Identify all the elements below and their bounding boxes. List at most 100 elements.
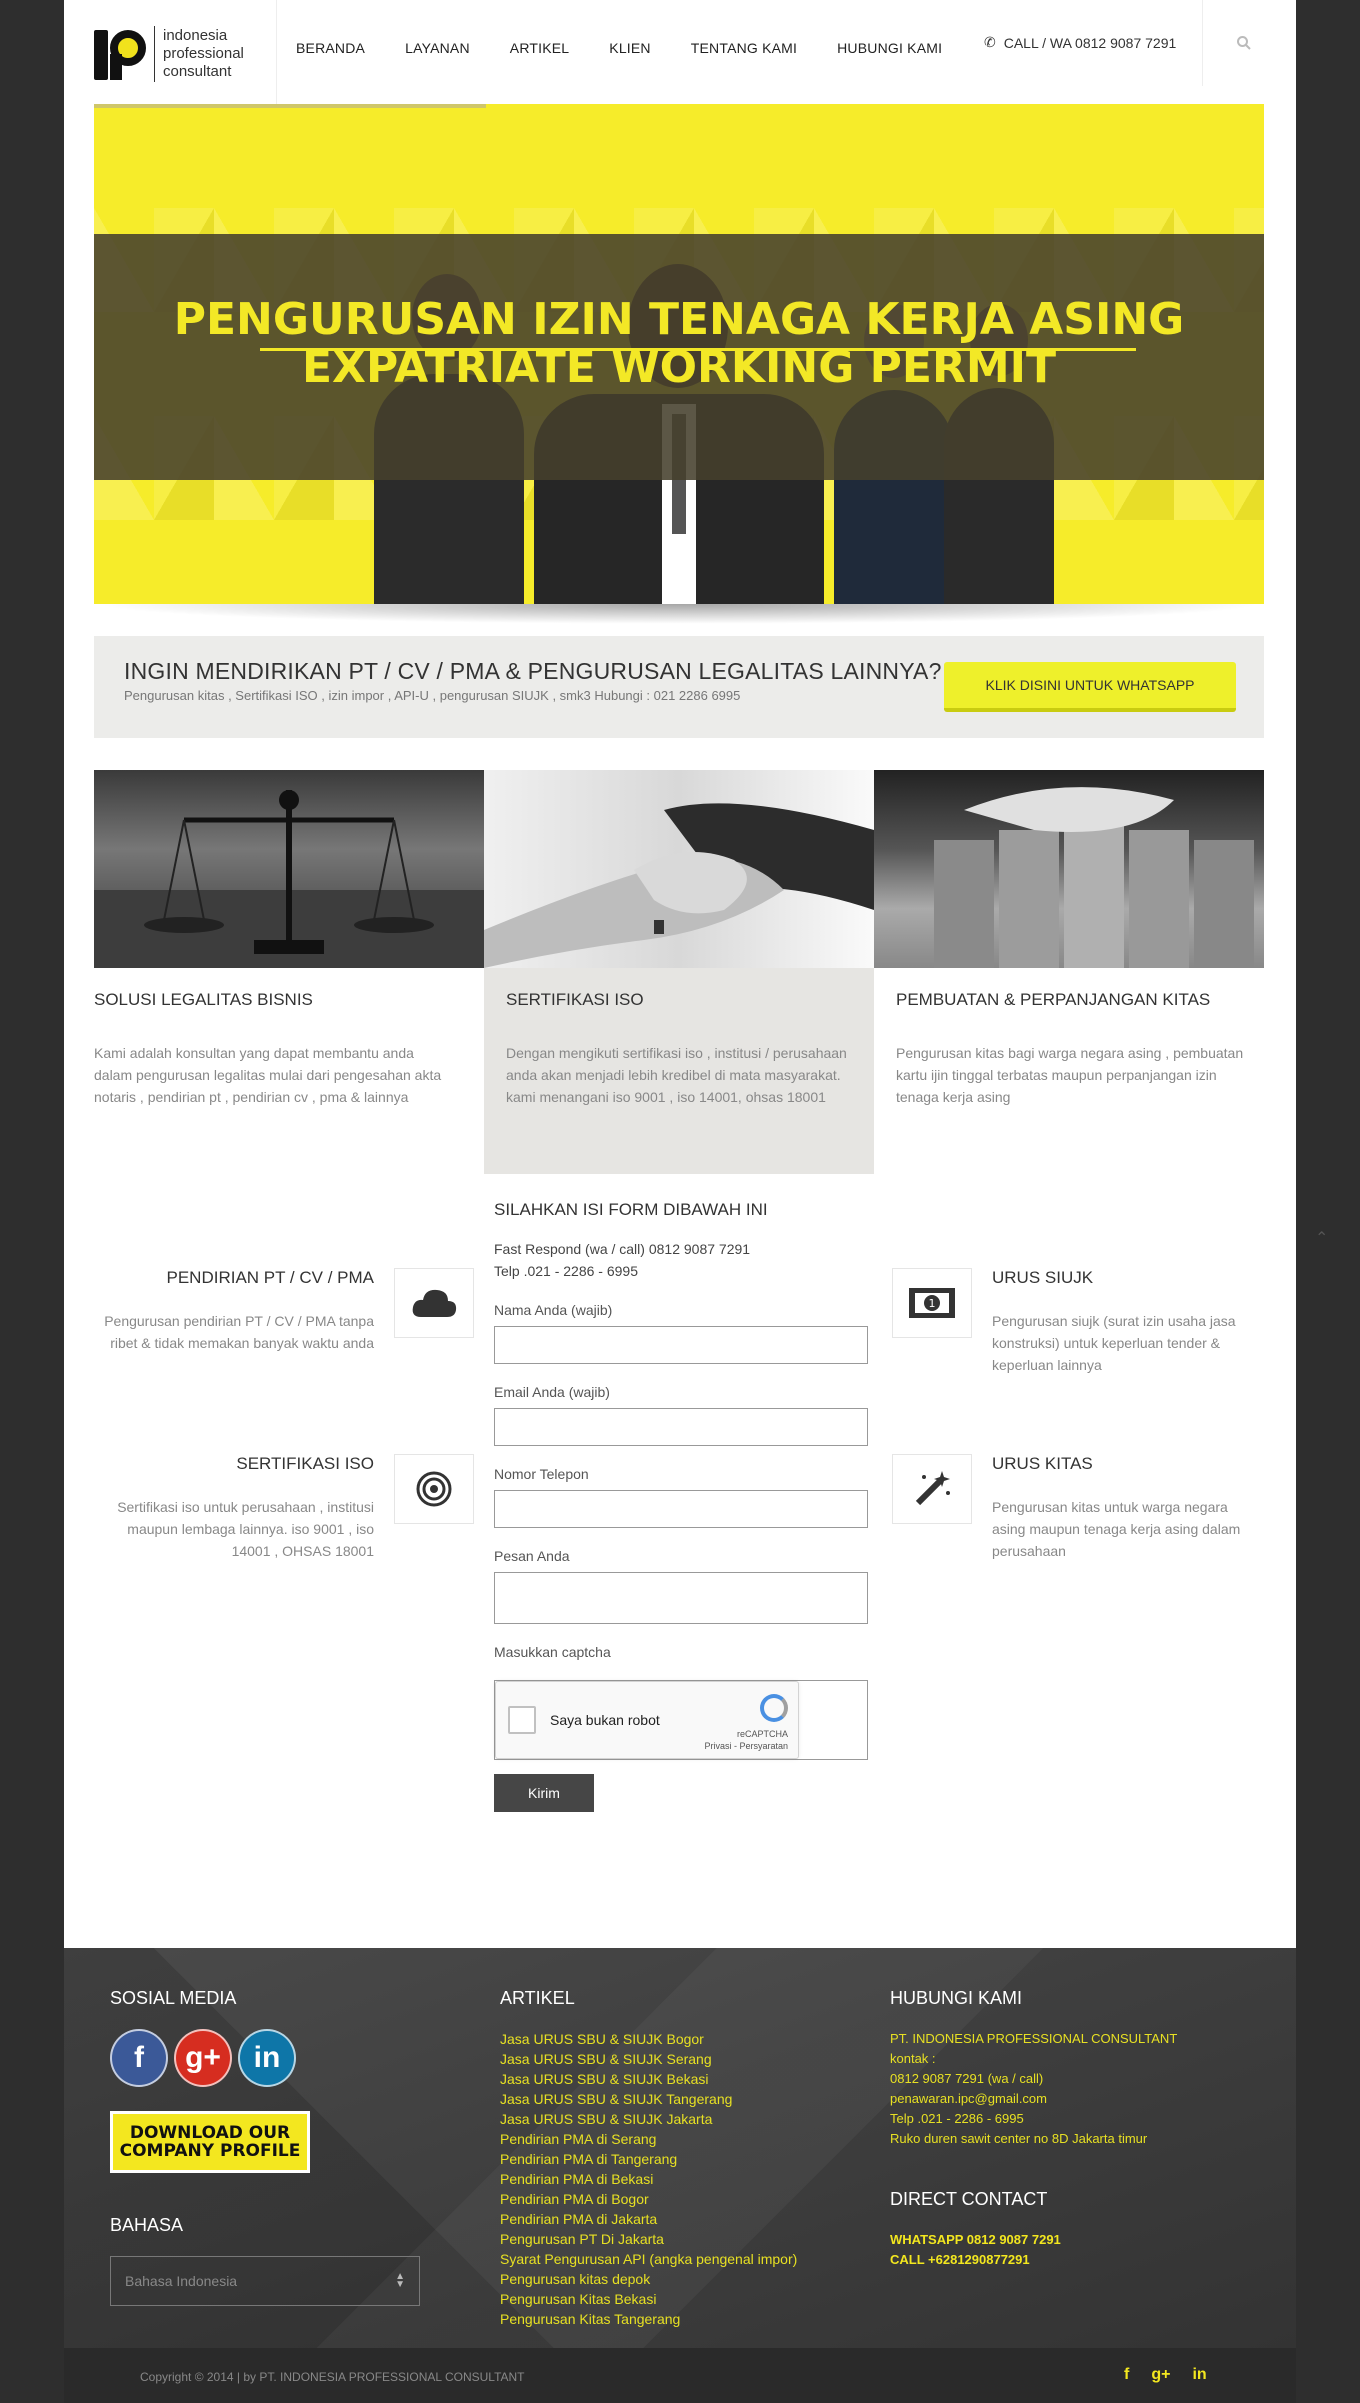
cta-title: INGIN MENDIRIKAN PT / CV / PMA & PENGURU… — [124, 658, 942, 684]
linkedin-icon[interactable]: in — [238, 2029, 296, 2087]
download-line-1: DOWNLOAD OUR — [129, 2123, 291, 2143]
contact-label: kontak : — [890, 2051, 936, 2066]
logo-mark — [94, 24, 150, 84]
artikel-link[interactable]: Jasa URUS SBU & SIUJK Bogor — [500, 2029, 860, 2049]
contact-email[interactable]: penawaran.ipc@gmail.com — [890, 2089, 1250, 2109]
artikel-link[interactable]: Syarat Pengurusan API (angka pengenal im… — [500, 2249, 860, 2269]
header-divider — [276, 0, 277, 104]
logo-text: indonesia professional consultant — [163, 27, 244, 81]
scales-of-justice-image — [94, 770, 484, 968]
google-plus-icon[interactable]: g+ — [174, 2029, 232, 2087]
message-textarea[interactable] — [494, 1572, 868, 1624]
contact-phone: 0812 9087 7291 (wa / call) — [890, 2071, 1044, 2086]
target-icon — [394, 1454, 474, 1524]
artikel-link[interactable]: Pendirian PMA di Jakarta — [500, 2209, 860, 2229]
header: indonesia professional consultant BERAND… — [64, 0, 1296, 104]
artikel-title: ARTIKEL — [500, 1988, 575, 2008]
recaptcha-checkbox[interactable] — [508, 1706, 536, 1734]
service-card: PEMBUATAN & PERPANJANGAN KITAS Pengurusa… — [874, 770, 1264, 1174]
cta-subtitle: Pengurusan kitas , Sertifikasi ISO , izi… — [124, 688, 741, 703]
direct-call[interactable]: CALL +6281290877291 — [890, 2250, 1250, 2270]
contact-address: Ruko duren sawit center no 8D Jakarta ti… — [890, 2131, 1148, 2146]
recaptcha-logo-icon — [760, 1694, 788, 1722]
form-title: SILAHKAN ISI FORM DIBAWAH INI — [494, 1200, 768, 1219]
call-text: CALL / WA 0812 9087 7291 — [1003, 34, 1177, 51]
name-input[interactable] — [494, 1326, 868, 1364]
bottom-social-icons: f g+ in — [1124, 2366, 1207, 2384]
service-title: SERTIFIKASI ISO — [506, 990, 644, 1009]
cta-box: INGIN MENDIRIKAN PT / CV / PMA & PENGURU… — [94, 636, 1264, 738]
artikel-link[interactable]: Pendirian PMA di Tangerang — [500, 2149, 860, 2169]
folders-image — [874, 770, 1264, 968]
google-plus-icon[interactable]: g+ — [1151, 2366, 1170, 2384]
direct-whatsapp[interactable]: WHATSAPP 0812 9087 7291 — [890, 2230, 1250, 2250]
logo-line-3: consultant — [163, 63, 232, 80]
download-company-profile-button[interactable]: DOWNLOAD OUR COMPANY PROFILE — [110, 2111, 310, 2173]
artikel-link[interactable]: Pengurusan PT Di Jakarta — [500, 2229, 860, 2249]
search-button[interactable] — [1224, 28, 1264, 58]
name-label: Nama Anda (wajib) — [494, 1302, 613, 1318]
contact-title: HUBUNGI KAMI — [890, 1988, 1023, 2008]
nav-hubungi-kami[interactable]: HUBUNGI KAMI — [837, 40, 942, 56]
money-icon: 1 — [892, 1268, 972, 1338]
nav-artikel[interactable]: ARTIKEL — [510, 40, 570, 56]
footer: SOSIAL MEDIA f g+ in DOWNLOAD OUR COMPAN… — [64, 1948, 1296, 2348]
artikel-list: Jasa URUS SBU & SIUJK Bogor Jasa URUS SB… — [500, 2029, 860, 2329]
main-nav: BERANDA LAYANAN ARTIKEL KLIEN TENTANG KA… — [296, 40, 982, 56]
artikel-link[interactable]: Pengurusan kitas depok — [500, 2269, 860, 2289]
artikel-link[interactable]: Pendirian PMA di Bekasi — [500, 2169, 860, 2189]
nav-beranda[interactable]: BERANDA — [296, 40, 365, 56]
bottom-bar: Copyright © 2014 | by PT. INDONESIA PROF… — [64, 2348, 1296, 2403]
feature-text: Pengurusan pendirian PT / CV / PMA tanpa… — [104, 1313, 374, 1351]
hero-banner[interactable]: PENGURUSAN IZIN TENAGA KERJA ASING EXPAT… — [94, 104, 1264, 604]
feature-urus-kitas: URUS KITAS Pengurusan kitas untuk warga … — [892, 1454, 1272, 1594]
email-input[interactable] — [494, 1408, 868, 1446]
facebook-icon[interactable]: f — [110, 2029, 168, 2087]
nav-tentang-kami[interactable]: TENTANG KAMI — [691, 40, 797, 56]
scroll-top-icon[interactable]: ⌃ — [1315, 1228, 1328, 1248]
recaptcha-widget: Saya bukan robot reCAPTCHA Privasi - Per… — [495, 1681, 799, 1759]
captcha-frame: Saya bukan robot reCAPTCHA Privasi - Per… — [494, 1680, 868, 1760]
svg-text:1: 1 — [929, 1297, 936, 1310]
nav-klien[interactable]: KLIEN — [609, 40, 650, 56]
artikel-link[interactable]: Pendirian PMA di Bogor — [500, 2189, 860, 2209]
phone-input[interactable] — [494, 1490, 868, 1528]
service-text: Kami adalah konsultan yang dapat membant… — [94, 1045, 442, 1105]
service-text: Dengan mengikuti sertifikasi iso , insti… — [506, 1045, 847, 1105]
service-title: SOLUSI LEGALITAS BISNIS — [94, 990, 313, 1009]
hero-progress-line — [94, 104, 486, 108]
magic-wand-icon — [892, 1454, 972, 1524]
form-telp: Telp .021 - 2286 - 6995 — [494, 1263, 638, 1279]
language-value: Bahasa Indonesia — [125, 2273, 238, 2289]
feature-title: SERTIFIKASI ISO — [236, 1454, 374, 1473]
logo[interactable]: indonesia professional consultant — [94, 22, 324, 86]
language-select[interactable]: Bahasa Indonesia ▲ ▼ — [110, 2256, 420, 2306]
feature-text: Pengurusan siujk (surat izin usaha jasa … — [992, 1313, 1236, 1373]
artikel-link[interactable]: Jasa URUS SBU & SIUJK Serang — [500, 2049, 860, 2069]
nav-layanan[interactable]: LAYANAN — [405, 40, 470, 56]
submit-button[interactable]: Kirim — [494, 1774, 594, 1812]
page-wrapper: indonesia professional consultant BERAND… — [64, 0, 1296, 1948]
direct-contact-title: DIRECT CONTACT — [890, 2189, 1048, 2209]
social-title: SOSIAL MEDIA — [110, 1988, 237, 2008]
artikel-link[interactable]: Jasa URUS SBU & SIUJK Bekasi — [500, 2069, 860, 2089]
service-text: Pengurusan kitas bagi warga negara asing… — [896, 1045, 1244, 1105]
linkedin-icon[interactable]: in — [1192, 2366, 1206, 2384]
phone-label: Nomor Telepon — [494, 1466, 589, 1482]
artikel-link[interactable]: Jasa URUS SBU & SIUJK Jakarta — [500, 2109, 860, 2129]
footer-artikel-column: ARTIKEL Jasa URUS SBU & SIUJK Bogor Jasa… — [500, 1988, 860, 2329]
artikel-link[interactable]: Pengurusan Kitas Bekasi — [500, 2289, 860, 2309]
email-label: Email Anda (wajib) — [494, 1384, 610, 1400]
whatsapp-button[interactable]: KLIK DISINI UNTUK WHATSAPP — [944, 662, 1236, 712]
form-fast-respond: Fast Respond (wa / call) 0812 9087 7291 — [494, 1241, 751, 1257]
captcha-label: Masukkan captcha — [494, 1644, 611, 1660]
facebook-icon[interactable]: f — [1124, 2366, 1129, 2384]
logo-line-1: indonesia — [163, 27, 228, 44]
artikel-link[interactable]: Pengurusan Kitas Tangerang — [500, 2309, 860, 2329]
artikel-link[interactable]: Pendirian PMA di Serang — [500, 2129, 860, 2149]
feature-title: PENDIRIAN PT / CV / PMA — [166, 1268, 374, 1287]
artikel-link[interactable]: Jasa URUS SBU & SIUJK Tangerang — [500, 2089, 860, 2109]
feature-text: Sertifikasi iso untuk perusahaan , insti… — [117, 1499, 374, 1559]
call-info[interactable]: ✆ CALL / WA 0812 9087 7291 — [984, 0, 1203, 86]
recaptcha-privacy-links[interactable]: Privasi - Persyaratan — [704, 1740, 788, 1752]
